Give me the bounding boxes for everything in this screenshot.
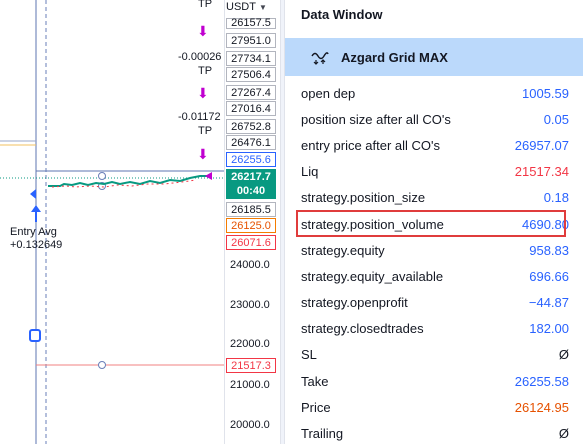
data-row: strategy.equity_available 696.66 (285, 263, 583, 289)
data-row: strategy.position_volume 4690.80 (285, 209, 583, 237)
drag-handle (29, 329, 41, 342)
price-label: 27267.4 (226, 85, 276, 100)
row-label: strategy.position_size (301, 190, 426, 206)
data-row: strategy.equity 958.83 (285, 237, 583, 263)
row-value: 1005.59 (522, 85, 569, 101)
row-label: position size after all CO's (301, 111, 451, 127)
indicator-name: Azgard Grid MAX (341, 49, 448, 65)
data-row: Liq 21517.34 (285, 159, 583, 185)
row-label: entry price after all CO's (301, 137, 441, 153)
data-row: Trailing Ø (285, 420, 583, 446)
tp-value: -0.00026 (178, 51, 222, 63)
row-label: strategy.closedtrades (301, 321, 424, 337)
liq-price-label: 21517.3 (226, 358, 276, 373)
data-row: open dep 1005.59 (285, 80, 583, 106)
row-value: 26255.58 (514, 373, 569, 389)
row-label: strategy.openprofit (301, 295, 408, 311)
price-label: 27506.4 (226, 67, 276, 82)
data-rows: open dep 1005.59 position size after all C… (285, 80, 583, 447)
entry-marker (30, 189, 36, 199)
take-marker (205, 172, 212, 180)
tp-arrow-icon: ⬇ (197, 23, 209, 39)
price-label: 26476.1 (226, 135, 276, 150)
indicator-header[interactable]: Azgard Grid MAX (285, 38, 583, 76)
data-row: Take 26255.58 (285, 368, 583, 394)
row-value: 958.83 (529, 242, 569, 258)
price-label: 27016.4 (226, 101, 276, 116)
price-label: 26185.5 (226, 202, 276, 217)
data-row: position size after all CO's 0.05 (285, 106, 583, 132)
row-value: 0.18 (543, 190, 569, 206)
axis-tick: 20000.0 (230, 419, 270, 431)
price-label: 26071.6 (226, 235, 276, 250)
currency-select[interactable]: USDT ▼ (226, 0, 278, 14)
row-value: 182.00 (529, 321, 569, 337)
liq-handle (98, 361, 106, 369)
data-row: entry price after all CO's 26957.07 (285, 132, 583, 158)
row-value: 26957.07 (514, 137, 569, 153)
row-value: −44.87 (528, 295, 569, 311)
entry-avg-label: Entry Avg +0.132649 (10, 226, 62, 252)
row-label: Price (301, 399, 331, 415)
take-price-label: 26255.6 (226, 152, 276, 167)
entry-handle (98, 172, 106, 180)
row-value: 26124.95 (514, 399, 569, 415)
tp-tag: TP (198, 65, 213, 77)
data-row: Price 26124.95 (285, 394, 583, 420)
chevron-down-icon: ▼ (258, 2, 267, 12)
highlight-box (296, 209, 566, 237)
chart-pane[interactable]: TP ⬇ -0.00026 TP ⬇ -0.01172 TP ⬇ Entry A… (0, 0, 224, 444)
data-row: strategy.position_size 0.18 (285, 185, 583, 211)
current-price-label: 26217.7 00:40 (226, 169, 276, 199)
axis-tick: 21000.0 (230, 379, 270, 391)
price-label: 26157.5 (226, 18, 276, 29)
entry-value: +0.132649 (10, 239, 63, 251)
data-row: strategy.openprofit −44.87 (285, 290, 583, 316)
entry-arrow-head (31, 205, 41, 212)
tp-label-partial: TP (198, 0, 213, 10)
price-label: 27951.0 (226, 33, 276, 48)
price-label: 26752.8 (226, 119, 276, 134)
data-row: SL Ø (285, 342, 583, 368)
entry-title: Entry Avg (10, 226, 57, 238)
axis-tick: 24000.0 (230, 259, 270, 271)
chart-canvas[interactable] (0, 0, 224, 444)
row-value: Ø (558, 347, 569, 363)
entry-price-label: 26125.0 (226, 218, 276, 233)
axis-tick: 22000.0 (230, 338, 270, 350)
row-label: SL (301, 347, 317, 363)
panel-title: Data Window (301, 7, 383, 22)
tp-value: -0.01172 (178, 111, 221, 123)
price-label: 27734.1 (226, 51, 276, 66)
row-value: 21517.34 (514, 164, 569, 180)
row-label: Liq (301, 164, 319, 180)
row-label: strategy.equity_available (301, 268, 444, 284)
currency-label: USDT (226, 1, 256, 13)
row-label: strategy.equity (301, 242, 385, 258)
row-label: Take (301, 373, 329, 389)
data-window-panel: Data Window Azgard Grid MAX open dep 1005… (285, 0, 583, 444)
tp-arrow-icon: ⬇ (197, 146, 209, 162)
indicator-icon (311, 52, 329, 65)
bar-countdown: 00:40 (236, 185, 266, 197)
current-price: 26217.7 (231, 171, 271, 183)
row-value: Ø (558, 426, 569, 442)
row-value: 0.05 (543, 111, 569, 127)
tp-arrow-icon: ⬇ (197, 85, 209, 101)
row-value: 696.66 (529, 268, 569, 284)
tp-tag: TP (198, 125, 213, 137)
axis-tick: 23000.0 (230, 299, 270, 311)
row-label: open dep (301, 85, 356, 101)
data-row: strategy.closedtrades 182.00 (285, 316, 583, 342)
row-label: Trailing (301, 426, 344, 442)
